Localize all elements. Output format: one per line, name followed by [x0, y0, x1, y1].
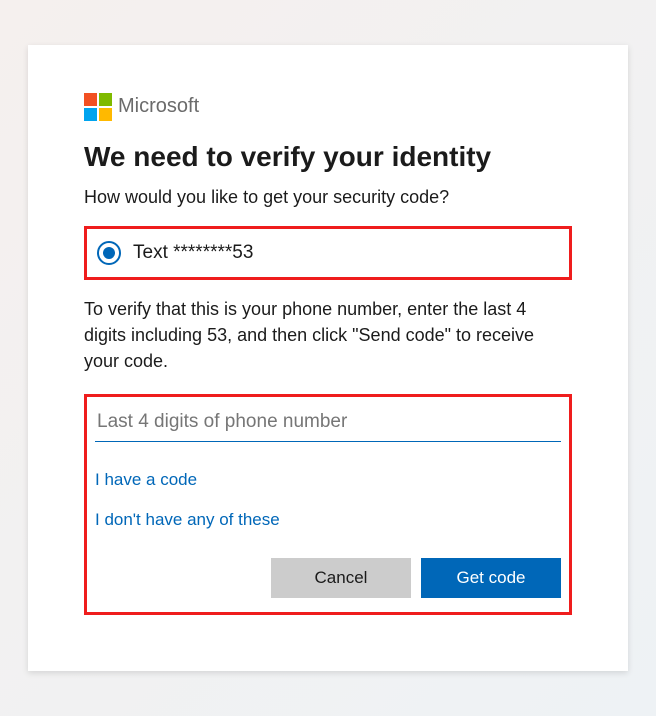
brand-text: Microsoft [118, 95, 199, 118]
page-title: We need to verify your identity [84, 141, 572, 173]
link-have-code[interactable]: I have a code [95, 470, 561, 490]
microsoft-logo-icon [84, 93, 112, 121]
last4-input[interactable] [95, 405, 561, 442]
radio-text-phone[interactable] [97, 241, 121, 265]
cancel-button[interactable]: Cancel [271, 558, 411, 598]
instruction-text: To verify that this is your phone number… [84, 296, 572, 374]
get-code-button[interactable]: Get code [421, 558, 561, 598]
button-row: Cancel Get code [95, 558, 561, 598]
form-section-highlight: I have a code I don't have any of these … [84, 394, 572, 615]
verify-identity-card: Microsoft We need to verify your identit… [28, 45, 628, 671]
radio-text-phone-label: Text ********53 [133, 242, 253, 264]
link-none-of-these[interactable]: I don't have any of these [95, 510, 561, 530]
brand-row: Microsoft [84, 93, 572, 121]
radio-option-text-highlight: Text ********53 [84, 226, 572, 280]
subtext: How would you like to get your security … [84, 187, 572, 208]
radio-selected-dot-icon [103, 247, 115, 259]
